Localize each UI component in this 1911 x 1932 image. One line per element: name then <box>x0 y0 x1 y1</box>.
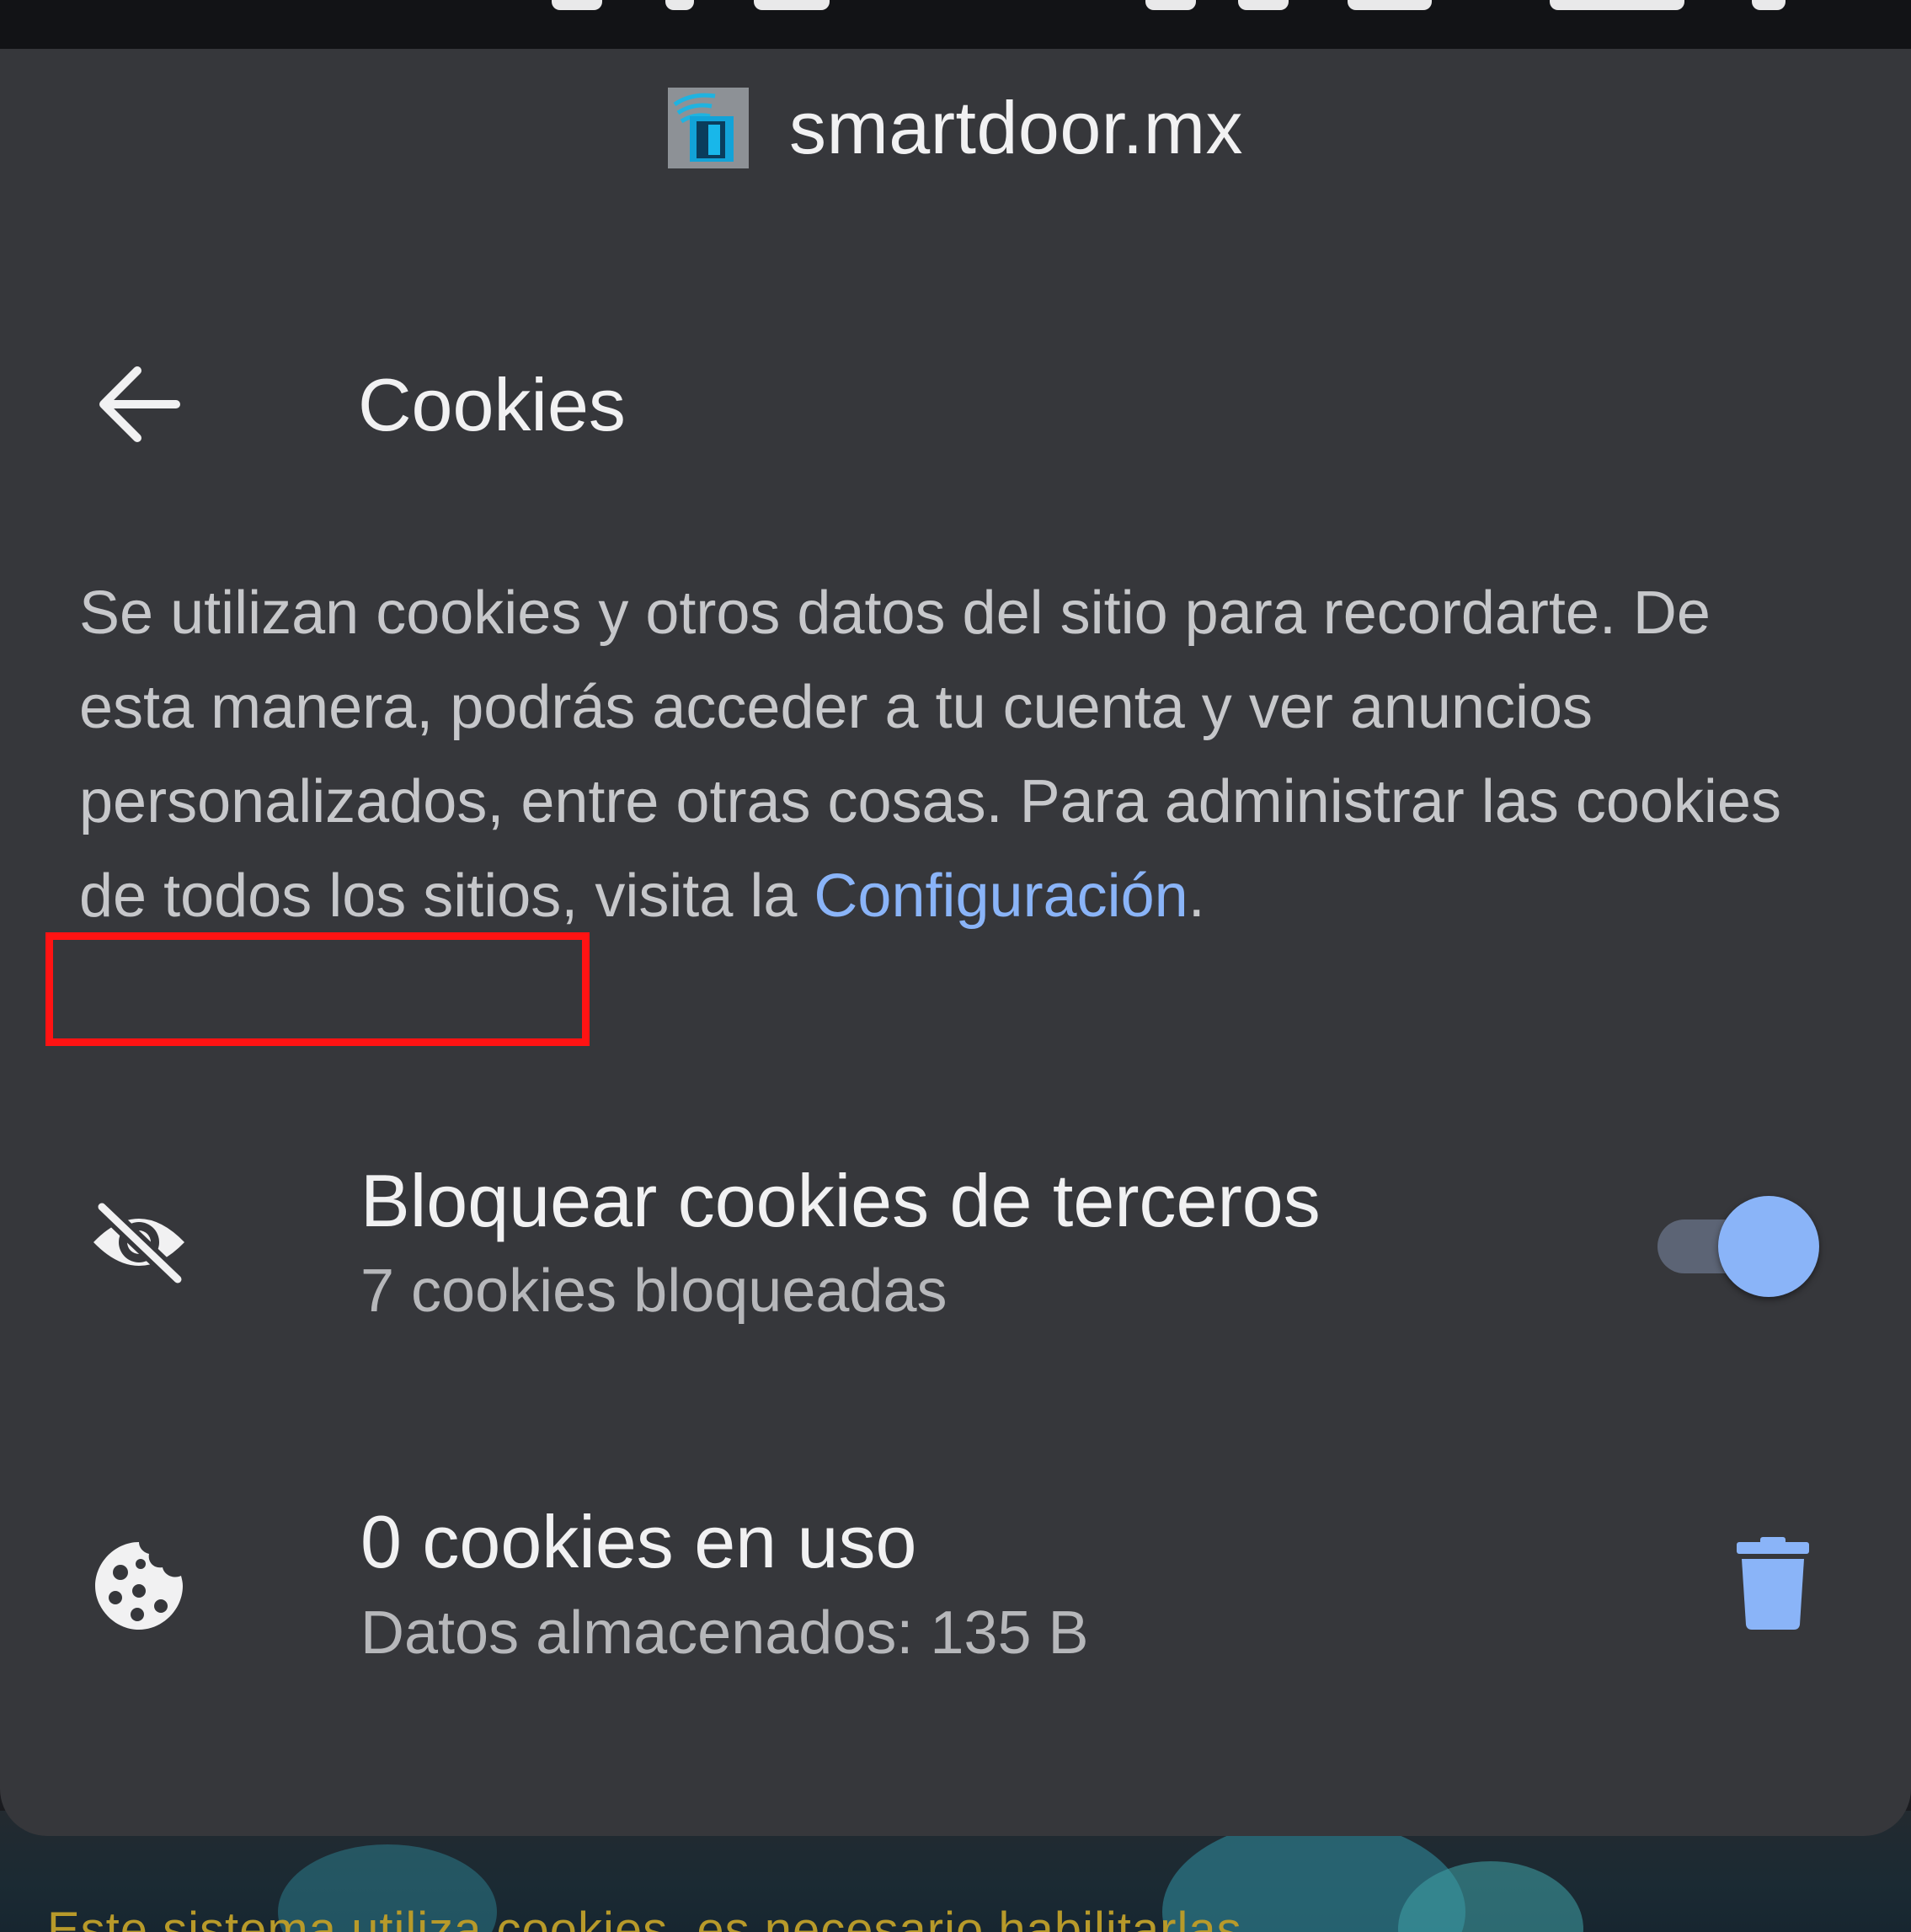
description-period: . <box>1188 862 1205 930</box>
background-page-text: Este sistema utiliza cookies, es necesar… <box>47 1903 1242 1932</box>
stored-data-size: Datos almacenados: 135 B <box>360 1599 1089 1667</box>
screen: Este sistema utiliza cookies, es necesar… <box>0 0 1911 1932</box>
alarm-icon <box>1145 0 1196 10</box>
eye-off-icon <box>84 1187 194 1297</box>
site-header: smartdoor.mx <box>0 77 1911 179</box>
arrow-back-icon <box>99 366 180 442</box>
status-bar <box>0 0 1911 49</box>
smartdoor-logo-icon <box>667 88 749 168</box>
settings-link[interactable]: Configuración <box>814 862 1188 930</box>
notification-icon <box>754 0 830 10</box>
highlight-annotation <box>45 932 590 1046</box>
notification-icon <box>552 0 602 10</box>
cookies-description: Se utilizan cookies y otros datos del si… <box>79 566 1814 943</box>
block-third-party-title: Bloquear cookies de terceros <box>360 1159 1321 1242</box>
battery-icon <box>1752 0 1786 10</box>
vibrate-icon <box>1238 0 1289 10</box>
block-third-party-toggle[interactable] <box>1652 1187 1821 1297</box>
notification-icon <box>665 0 694 10</box>
trash-icon <box>1737 1537 1809 1630</box>
blocked-cookies-count: 7 cookies bloqueadas <box>360 1257 947 1325</box>
cookie-icon <box>84 1531 194 1641</box>
site-name: smartdoor.mx <box>788 86 1244 169</box>
delete-cookies-button[interactable] <box>1718 1529 1828 1638</box>
cookies-in-use-title: 0 cookies en uso <box>360 1500 917 1583</box>
page-title: Cookies <box>358 363 626 446</box>
signal-icon <box>1348 0 1432 10</box>
toggle-thumb <box>1718 1196 1819 1297</box>
wifi-icon <box>1550 0 1684 10</box>
back-button[interactable] <box>84 350 194 459</box>
